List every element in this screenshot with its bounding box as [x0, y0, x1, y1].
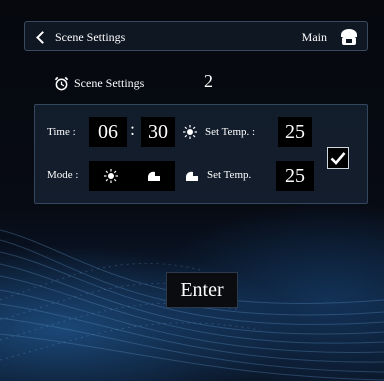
- time-label: Time :: [47, 126, 76, 138]
- hour-field[interactable]: 06: [89, 117, 127, 147]
- main-button[interactable]: Main: [302, 30, 327, 45]
- sun-icon: [103, 169, 118, 183]
- settings-panel: Time : 06 : 30 Set Temp. : 25 Mode : Set…: [34, 104, 368, 204]
- header-title: Scene Settings: [55, 29, 126, 44]
- home-icon[interactable]: [339, 27, 359, 47]
- set-temp-label-1: Set Temp. :: [205, 126, 256, 138]
- screen: Scene Settings Main Scene Settings 2 Tim…: [0, 0, 384, 381]
- enter-button[interactable]: Enter: [166, 272, 238, 308]
- mode-selector[interactable]: [89, 161, 175, 191]
- sun-icon: [183, 125, 197, 139]
- scene-number: 2: [204, 71, 213, 91]
- header-bar: Scene Settings Main: [24, 21, 368, 51]
- checkmark-icon: [330, 152, 346, 165]
- scene-title-row: Scene Settings: [54, 73, 144, 93]
- set-temp-label-2: Set Temp.: [207, 169, 252, 181]
- scene-title: Scene Settings: [74, 75, 145, 90]
- fan-icon: [147, 171, 160, 181]
- mode-label: Mode :: [47, 169, 79, 181]
- temp-field-1[interactable]: 25: [278, 117, 312, 147]
- temp-field-2[interactable]: 25: [276, 161, 314, 191]
- confirm-checkbox[interactable]: [327, 147, 349, 169]
- time-separator: :: [130, 119, 136, 139]
- fan-icon: [186, 171, 198, 181]
- alarm-clock-icon: [54, 76, 69, 90]
- chevron-left-icon: [36, 30, 49, 44]
- back-button[interactable]: Scene Settings: [35, 27, 125, 47]
- minute-field[interactable]: 30: [141, 117, 175, 147]
